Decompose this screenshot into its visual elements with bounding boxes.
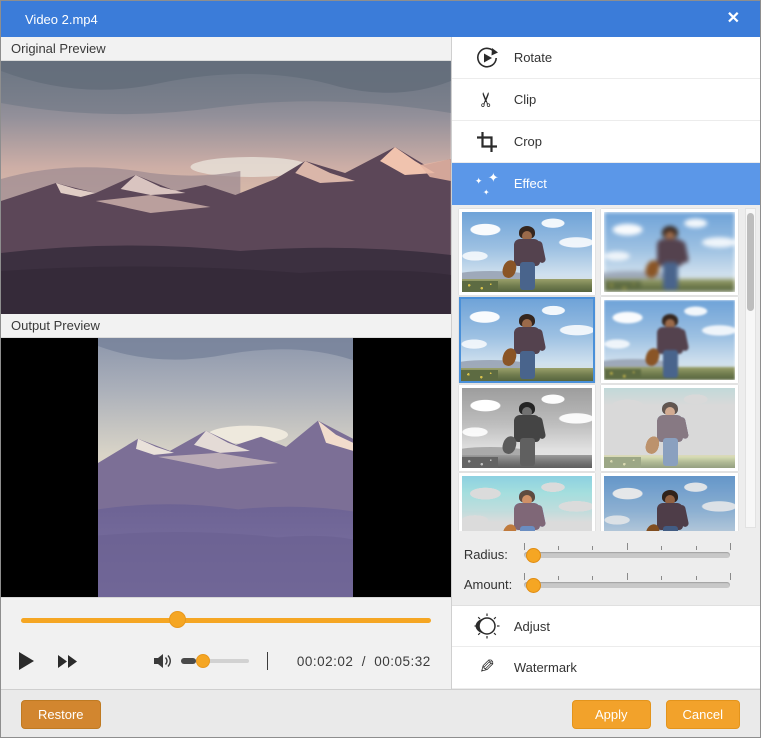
tools-column: Rotate ✂ Clip Crop [451, 37, 760, 689]
footer-bar: Restore Apply Cancel [1, 689, 760, 738]
contrast-icon [470, 612, 504, 640]
rotate-icon [470, 45, 504, 71]
menu-item-clip[interactable]: ✂ Clip [452, 79, 760, 121]
radius-slider-row: Radius: [452, 539, 760, 569]
output-preview-header: Output Preview [1, 314, 451, 338]
output-preview-image [98, 338, 353, 597]
menu-label-crop: Crop [514, 134, 542, 149]
fast-forward-button[interactable] [58, 655, 77, 668]
apply-button[interactable]: Apply [572, 700, 651, 729]
time-separator: / [362, 654, 366, 669]
output-preview-video [1, 338, 451, 597]
output-preview-art [98, 338, 353, 597]
original-preview-video [1, 61, 451, 314]
menu-item-watermark[interactable]: ✎ Watermark [452, 647, 760, 689]
menu-label-rotate: Rotate [514, 50, 552, 65]
effects-scrollbar-thumb[interactable] [747, 213, 754, 311]
menu-label-effect: Effect [514, 176, 547, 191]
amount-label: Amount: [452, 577, 524, 592]
effect-thumbnail-darkened[interactable] [601, 473, 738, 531]
fast-forward-icon [58, 655, 77, 668]
crop-icon [470, 131, 504, 153]
output-preview-label: Output Preview [11, 318, 100, 333]
seek-bar[interactable] [21, 598, 431, 640]
volume-slider[interactable] [181, 654, 249, 668]
menu-item-rotate[interactable]: Rotate [452, 37, 760, 79]
cancel-button[interactable]: Cancel [666, 700, 740, 729]
restore-button[interactable]: Restore [21, 700, 101, 729]
controls-divider [267, 652, 268, 670]
radius-track[interactable] [524, 552, 730, 558]
original-preview-label: Original Preview [11, 41, 106, 56]
seek-track[interactable] [21, 618, 431, 623]
effect-thumbnail-list [452, 205, 760, 531]
time-display: 00:02:02 / 00:05:32 [295, 654, 433, 669]
video-edit-dialog: Video 2.mp4 ✕ Original Preview [0, 0, 761, 738]
menu-item-crop[interactable]: Crop [452, 121, 760, 163]
dialog-body: Original Preview [1, 37, 760, 689]
effect-thumbnail-washed-bright[interactable] [459, 473, 596, 531]
play-button[interactable] [19, 652, 34, 670]
effect-thumbnail-sketch[interactable] [601, 385, 738, 471]
radius-slider[interactable] [524, 543, 730, 565]
menu-item-effect[interactable]: ✦ ✦ ✦ Effect [452, 163, 760, 205]
effects-scrollbar-track[interactable] [745, 208, 756, 528]
mute-button[interactable] [153, 653, 173, 669]
amount-handle[interactable] [526, 578, 541, 593]
effect-thumbnail-blur-strong[interactable] [601, 209, 738, 295]
current-time: 00:02:02 [297, 654, 354, 669]
speaker-icon [153, 653, 173, 669]
effect-grid [459, 209, 738, 531]
menu-label-clip: Clip [514, 92, 536, 107]
seek-handle[interactable] [169, 611, 186, 628]
total-time: 00:05:32 [374, 654, 431, 669]
play-icon [19, 652, 34, 670]
window-title: Video 2.mp4 [25, 12, 98, 27]
title-bar: Video 2.mp4 ✕ [1, 1, 760, 37]
menu-label-adjust: Adjust [514, 619, 550, 634]
preview-column: Original Preview [1, 37, 451, 689]
close-icon[interactable]: ✕ [727, 11, 740, 27]
brush-icon: ✎ [470, 656, 504, 679]
amount-slider[interactable] [524, 573, 730, 595]
effect-thumbnail-selected[interactable] [459, 297, 596, 383]
effect-sliders: Radius: Amount: [452, 531, 760, 605]
effect-thumbnail-blur-soft[interactable] [601, 297, 738, 383]
sparkles-icon: ✦ ✦ ✦ [470, 171, 504, 197]
amount-slider-row: Amount: [452, 569, 760, 599]
transport-controls: 00:02:02 / 00:05:32 [1, 640, 451, 682]
playback-panel: 00:02:02 / 00:05:32 [1, 597, 451, 689]
menu-item-adjust[interactable]: Adjust [452, 605, 760, 647]
radius-label: Radius: [452, 547, 524, 562]
scissors-icon: ✂ [470, 87, 504, 112]
original-preview-image [1, 61, 451, 314]
effect-thumbnail-original[interactable] [459, 209, 596, 295]
menu-label-watermark: Watermark [514, 660, 577, 675]
amount-track[interactable] [524, 582, 730, 588]
volume-handle[interactable] [196, 654, 210, 668]
original-preview-header: Original Preview [1, 37, 451, 61]
radius-handle[interactable] [526, 548, 541, 563]
radius-ticks [524, 543, 730, 551]
volume-fill [181, 658, 196, 664]
effect-thumbnail-grayscale[interactable] [459, 385, 596, 471]
amount-ticks [524, 573, 730, 581]
